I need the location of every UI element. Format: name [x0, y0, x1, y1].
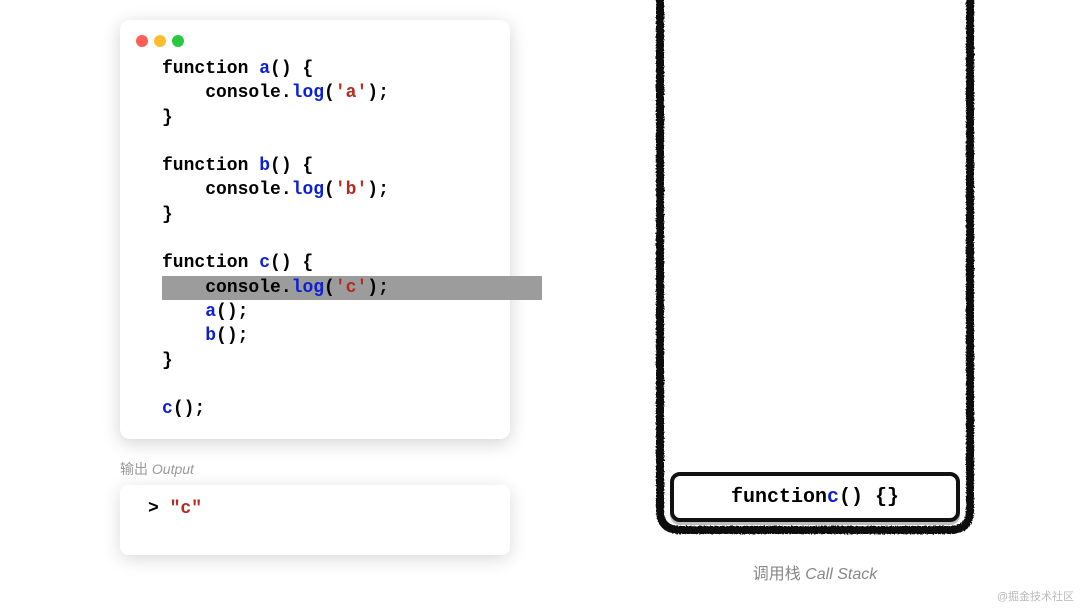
watermark: @掘金技术社区	[997, 588, 1074, 604]
code-line: }	[120, 106, 510, 130]
call-stack-label: 调用栈 Call Stack	[640, 560, 990, 584]
stack-container-icon	[640, 0, 990, 545]
output-value: "c"	[170, 499, 202, 519]
code-line: console.log('b');	[120, 178, 510, 202]
code-line: function c() {	[120, 251, 510, 275]
code-line: }	[120, 349, 510, 373]
code-line	[120, 227, 510, 251]
output-prompt: >	[148, 499, 170, 519]
code-body: function a() { console.log('a');} functi…	[120, 57, 510, 421]
code-line: c();	[120, 397, 510, 421]
code-line	[120, 373, 510, 397]
code-line: function b() {	[120, 154, 510, 178]
code-line: b();	[120, 324, 510, 348]
stack-frame: function c() {}	[670, 472, 960, 522]
output-label: 输出 Output	[120, 459, 540, 479]
code-line: a();	[120, 300, 510, 324]
code-line: console.log('a');	[120, 81, 510, 105]
output-window: > "c"	[120, 485, 510, 555]
close-icon	[136, 35, 148, 47]
code-line	[120, 130, 510, 154]
traffic-lights	[120, 35, 510, 47]
code-line: console.log('c');	[162, 276, 542, 300]
maximize-icon	[172, 35, 184, 47]
code-window: function a() { console.log('a');} functi…	[120, 20, 510, 439]
code-line: function a() {	[120, 57, 510, 81]
minimize-icon	[154, 35, 166, 47]
call-stack: function c() {}	[640, 0, 990, 560]
code-line: }	[120, 203, 510, 227]
